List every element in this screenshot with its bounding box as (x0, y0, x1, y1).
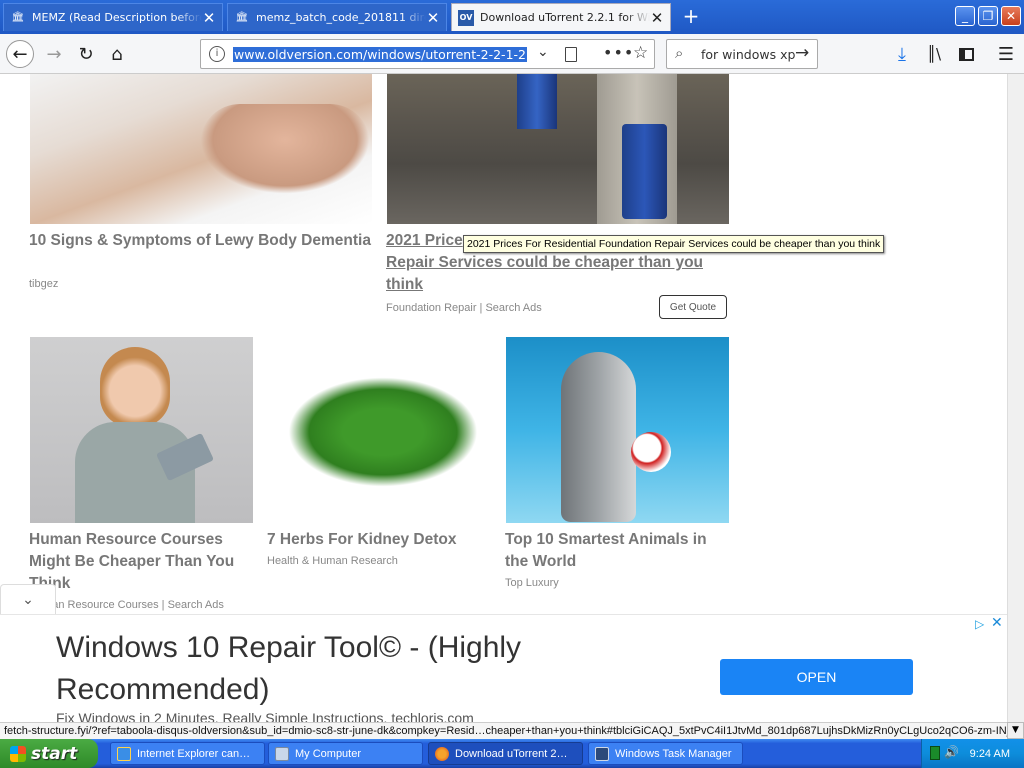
ie-icon (117, 746, 131, 761)
museum-icon: 🏛 (11, 12, 25, 23)
close-icon[interactable]: ✕ (426, 9, 440, 27)
sidebar-button[interactable] (952, 40, 980, 68)
search-go-icon[interactable]: → (795, 43, 809, 63)
task-label: Download uTorrent 2… (455, 747, 568, 760)
task-label: My Computer (295, 747, 362, 760)
card-image-woman-tablet[interactable] (30, 337, 253, 523)
card-title-line2: Repair Services could be cheaper than yo… (386, 254, 704, 271)
close-icon[interactable]: ✕ (650, 9, 664, 27)
herb-shape (288, 377, 478, 487)
firefox-icon (435, 746, 449, 761)
computer-icon (275, 746, 289, 761)
page-actions-icon[interactable]: ••• (603, 43, 634, 62)
taskbar-item-ie[interactable]: Internet Explorer can… (110, 742, 265, 765)
sticky-ad-banner[interactable]: Windows 10 Repair Tool© - (Highly Recomm… (0, 614, 1024, 726)
search-field[interactable]: ⌕ for windows xp → (666, 39, 818, 69)
blue-jack (622, 124, 667, 219)
tab-utorrent[interactable]: OV Download uTorrent 2.2.1 for Windo… ✕ (451, 3, 671, 31)
hands-shape (200, 104, 370, 194)
tab-title: memz_batch_code_201811 directo… (256, 11, 426, 24)
card-image-elderly-hands[interactable] (30, 74, 372, 224)
card-title[interactable]: 10 Signs & Symptoms of Lewy Body Dementi… (29, 230, 374, 252)
back-button[interactable]: ← (6, 40, 34, 68)
close-icon[interactable]: ✕ (991, 615, 1003, 631)
windows-logo-icon (10, 745, 26, 762)
tab-memz-read[interactable]: 🏛 MEMZ (Read Description before d… ✕ (3, 3, 223, 31)
dolphin-shape (561, 352, 636, 522)
start-button[interactable]: start (0, 739, 98, 768)
status-bar: fetch-structure.fyi/?ref=taboola-disqus-… (0, 722, 1007, 739)
tab-title: Download uTorrent 2.2.1 for Windo… (480, 11, 650, 24)
card-title-line3: think (386, 276, 424, 293)
card-title[interactable]: 7 Herbs For Kidney Detox (267, 529, 492, 551)
ad-title[interactable]: Windows 10 Repair Tool© - (Highly Recomm… (56, 627, 656, 711)
home-icon: ⌂ (111, 43, 123, 65)
card-source[interactable]: tibgez (29, 278, 58, 290)
ad-scrollbar[interactable] (1007, 615, 1024, 723)
face-shape (100, 347, 170, 427)
hamburger-icon: ☰ (997, 43, 1015, 65)
tab-title: MEMZ (Read Description before d… (32, 11, 202, 24)
task-label: Windows Task Manager (615, 747, 732, 760)
restore-button[interactable]: ❐ (978, 6, 998, 26)
close-icon[interactable]: ✕ (202, 9, 216, 27)
download-icon: ⤓ (898, 43, 906, 65)
museum-icon: 🏛 (235, 12, 249, 23)
ball-shape (631, 432, 671, 472)
collapse-ad-button[interactable]: ⌄ (0, 584, 56, 614)
tab-memz-batch[interactable]: 🏛 memz_batch_code_201811 directo… ✕ (227, 3, 447, 31)
get-quote-button[interactable]: Get Quote (659, 295, 727, 319)
forward-button[interactable]: → (40, 40, 68, 68)
task-label: Internet Explorer can… (137, 747, 251, 760)
chevron-down-icon: ⌄ (22, 591, 34, 608)
volume-icon[interactable]: 🔊 (944, 745, 959, 759)
chevron-down-icon[interactable]: ⌄ (537, 44, 549, 60)
home-button[interactable]: ⌂ (103, 40, 131, 68)
taskmgr-icon (595, 746, 609, 761)
taskbar-item-firefox[interactable]: Download uTorrent 2… (428, 742, 583, 765)
reload-icon: ↻ (78, 43, 94, 65)
downloads-button[interactable]: ⤓ (888, 40, 916, 68)
card-image-foundation-jack[interactable] (387, 74, 729, 224)
card-image-parsley[interactable] (268, 337, 491, 523)
window-close-button[interactable]: ✕ (1001, 6, 1021, 26)
card-title[interactable]: Top 10 Smartest Animals in the World (505, 529, 730, 573)
search-icon: ⌕ (675, 44, 684, 62)
search-input[interactable]: for windows xp (701, 47, 795, 62)
taskbar-item-task-manager[interactable]: Windows Task Manager (588, 742, 743, 765)
scroll-down-button[interactable]: ▼ (1007, 722, 1024, 739)
card-source[interactable]: Foundation Repair | Search Ads (386, 302, 542, 314)
ad-open-button[interactable]: OPEN (720, 659, 913, 695)
card-source[interactable]: Top Luxury (505, 577, 559, 589)
ov-favicon: OV (458, 9, 474, 26)
start-label: start (31, 743, 78, 764)
tooltip: 2021 Prices For Residential Foundation R… (463, 235, 885, 253)
clock[interactable]: 9:24 AM (970, 748, 1010, 760)
library-button[interactable]: ║\ (920, 40, 948, 68)
card-title[interactable]: Human Resource Courses Might Be Cheaper … (29, 529, 254, 595)
chevron-down-icon: ▼ (1012, 725, 1019, 735)
card-source[interactable]: Health & Human Research (267, 555, 398, 567)
reader-view-icon[interactable] (565, 47, 577, 62)
new-tab-button[interactable]: + (680, 5, 702, 27)
arrow-left-icon: ← (12, 43, 28, 65)
minimize-button[interactable]: _ (955, 6, 975, 26)
navigation-toolbar: ← → ↻ ⌂ i www.oldversion.com/windows/uto… (0, 34, 1024, 74)
arrow-right-icon: → (46, 43, 62, 65)
taskbar-item-my-computer[interactable]: My Computer (268, 742, 423, 765)
blue-jack-2 (517, 74, 557, 129)
adchoices-icon[interactable]: ▷ (975, 617, 984, 631)
system-tray: 🔊 9:24 AM (921, 739, 1024, 768)
url-bar[interactable]: i www.oldversion.com/windows/utorrent-2-… (200, 39, 655, 69)
menu-button[interactable]: ☰ (992, 40, 1020, 68)
library-icon: ║\ (926, 45, 942, 63)
card-image-dolphin[interactable] (506, 337, 729, 523)
info-icon[interactable]: i (209, 46, 225, 62)
url-text[interactable]: www.oldversion.com/windows/utorrent-2-2-… (233, 46, 527, 62)
bookmark-star-icon[interactable]: ☆ (633, 43, 648, 63)
sidebar-icon (958, 47, 974, 61)
card-source[interactable]: Human Resource Courses | Search Ads (29, 599, 224, 611)
taskmgr-tray-icon[interactable] (930, 746, 940, 760)
reload-button[interactable]: ↻ (72, 40, 100, 68)
